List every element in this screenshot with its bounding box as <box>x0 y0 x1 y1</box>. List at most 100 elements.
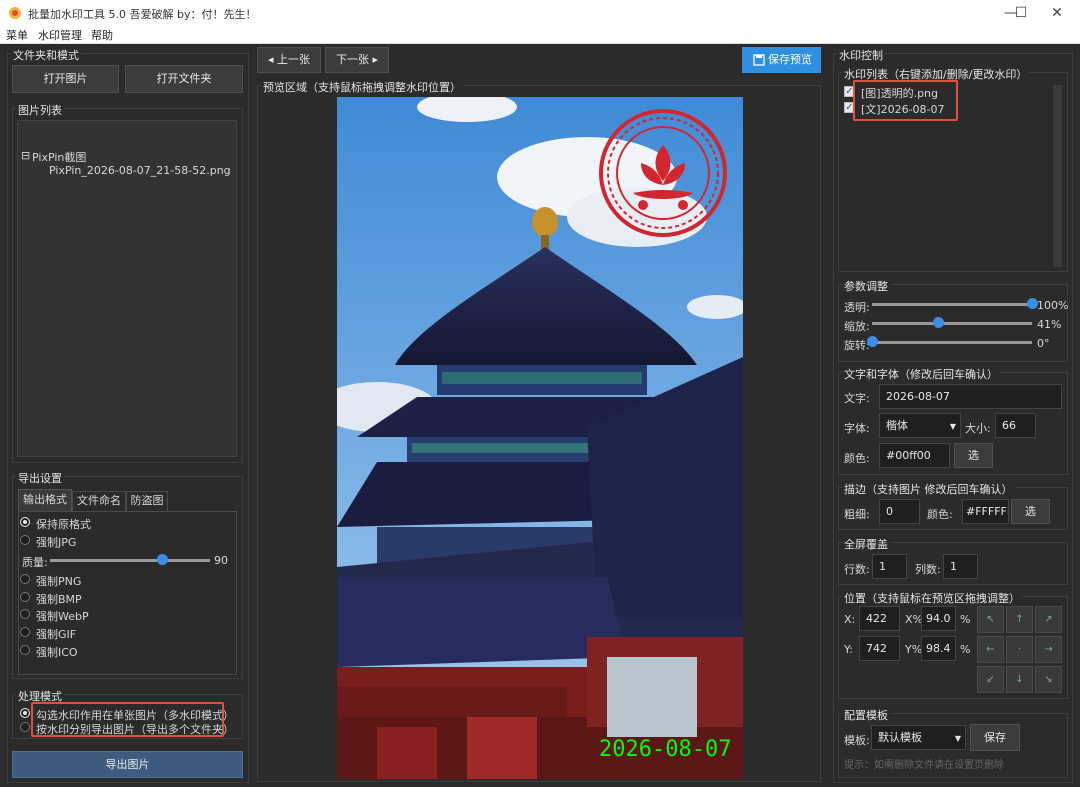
prev-button[interactable]: ◂ 上一张 <box>257 47 321 73</box>
option-gif: 强制GIF <box>36 628 77 641</box>
tab-output-format[interactable]: 输出格式 <box>18 489 72 511</box>
template-save-button[interactable]: 保存 <box>970 724 1020 751</box>
x-label: X: <box>844 613 856 626</box>
template-select-value: 默认模板 <box>878 731 922 744</box>
anchor-middle-left[interactable]: ← <box>977 636 1004 663</box>
menu-item-menu[interactable]: 菜单 <box>6 27 28 43</box>
temple-photo <box>337 97 743 779</box>
radio-ico[interactable] <box>20 645 30 655</box>
tree-file[interactable]: PixPin_2026-08-07_21-58-52.png <box>49 164 231 177</box>
rows-input[interactable]: 1 <box>872 554 907 579</box>
option-webp: 强制WebP <box>36 610 89 623</box>
anchor-bottom-center[interactable]: ↓ <box>1006 666 1033 693</box>
size-input[interactable]: 66 <box>995 413 1036 438</box>
cols-label: 列数: <box>915 563 941 576</box>
tile-title: 全屏覆盖 <box>842 536 890 552</box>
image-list-title: 图片列表 <box>16 102 64 118</box>
watermark-control-title: 水印控制 <box>837 47 885 63</box>
chevron-down-icon: ▼ <box>954 734 961 743</box>
text-label: 文字: <box>844 392 870 405</box>
anchor-middle-right[interactable]: → <box>1035 636 1062 663</box>
quality-slider[interactable] <box>50 559 210 562</box>
quality-value: 90 <box>214 554 228 567</box>
stroke-color-input[interactable]: #FFFFFF <box>962 499 1009 524</box>
radio-gif[interactable] <box>20 627 30 637</box>
list-scrollbar[interactable] <box>1053 85 1062 267</box>
scale-slider-handle[interactable] <box>932 317 944 328</box>
rotate-slider-handle[interactable] <box>867 336 878 347</box>
radio-bmp[interactable] <box>20 592 30 602</box>
text-watermark[interactable]: 2026-08-07 <box>599 737 731 762</box>
next-button[interactable]: 下一张 ▸ <box>325 47 389 73</box>
radio-keep-format[interactable] <box>20 517 30 527</box>
rotate-slider[interactable] <box>872 341 1032 344</box>
tab-anti-theft[interactable]: 防盗图 <box>126 491 168 511</box>
save-preview-button[interactable]: 保存预览 <box>742 47 821 73</box>
y-label: Y: <box>844 643 853 656</box>
anchor-bottom-right[interactable]: ↘ <box>1035 666 1062 693</box>
option-ico: 强制ICO <box>36 646 78 659</box>
close-button[interactable]: ✕ <box>1034 0 1080 26</box>
anchor-top-center[interactable]: ↑ <box>1006 606 1033 633</box>
tree-folder[interactable]: PixPin截图 <box>32 149 86 165</box>
radio-mode-multi[interactable] <box>20 722 30 732</box>
x-percent-sign: % <box>960 613 971 626</box>
image-tree[interactable]: ⊟ PixPin截图 PixPin_2026-08-07_21-58-52.pn… <box>17 120 237 457</box>
open-folder-button[interactable]: 打开文件夹 <box>125 65 243 93</box>
anchor-center[interactable]: · <box>1006 636 1033 663</box>
color-label: 颜色: <box>844 452 870 465</box>
menu-item-watermark[interactable]: 水印管理 <box>38 27 82 43</box>
anchor-top-right[interactable]: ↗ <box>1035 606 1062 633</box>
cols-input[interactable]: 1 <box>943 554 978 579</box>
color-pick-button[interactable]: 选 <box>954 443 993 468</box>
y-input[interactable]: 742 <box>859 636 900 661</box>
tree-collapse-icon[interactable]: ⊟ <box>21 149 30 162</box>
option-png: 强制PNG <box>36 575 82 588</box>
anchor-bottom-left[interactable]: ↙ <box>977 666 1004 693</box>
open-image-button[interactable]: 打开图片 <box>12 65 119 93</box>
x-input[interactable]: 422 <box>859 606 900 631</box>
anchor-top-left[interactable]: ↖ <box>977 606 1004 633</box>
thickness-input[interactable]: 0 <box>879 499 920 524</box>
radio-jpg[interactable] <box>20 535 30 545</box>
y-percent-sign: % <box>960 643 971 656</box>
radio-webp[interactable] <box>20 609 30 619</box>
x-percent-input[interactable]: 94.0 <box>921 606 956 631</box>
text-font-title: 文字和字体（修改后回车确认） <box>842 366 1000 382</box>
preview-image[interactable]: 2026-08-07 <box>337 97 743 779</box>
stroke-color-label: 颜色: <box>927 508 953 521</box>
template-select[interactable]: 默认模板 ▼ <box>871 725 966 750</box>
stroke-color-pick-button[interactable]: 选 <box>1011 499 1050 524</box>
size-label: 大小: <box>965 422 991 435</box>
tab-file-naming[interactable]: 文件命名 <box>72 491 126 511</box>
export-settings-title: 导出设置 <box>16 470 64 486</box>
highlight-box <box>31 702 224 737</box>
title-bar: 批量加水印工具 5.0 吾爱破解 by：付！先生！ — ☐ ✕ <box>0 0 1080 26</box>
highlight-box-list <box>853 80 958 121</box>
menu-bar: 菜单 水印管理 帮助 <box>0 26 1080 44</box>
font-label: 字体: <box>844 422 870 435</box>
opacity-slider[interactable] <box>872 303 1032 306</box>
scale-slider[interactable] <box>872 322 1032 325</box>
thickness-label: 粗细: <box>844 508 870 521</box>
text-input[interactable]: 2026-08-07 <box>879 384 1062 409</box>
font-select[interactable]: 楷体 ▼ <box>879 413 961 438</box>
rotate-value: 0° <box>1037 337 1050 350</box>
quality-label: 质量: <box>22 556 48 569</box>
app-icon <box>9 7 21 19</box>
radio-mode-single[interactable] <box>20 708 30 718</box>
rotate-label: 旋转: <box>844 339 870 352</box>
template-title: 配置模板 <box>842 707 890 723</box>
export-button[interactable]: 导出图片 <box>12 751 243 778</box>
y-percent-label: Y% <box>905 643 923 656</box>
opacity-value: 100% <box>1037 299 1069 312</box>
template-label: 模板: <box>844 734 870 747</box>
option-keep-format: 保持原格式 <box>36 518 91 531</box>
y-percent-input[interactable]: 98.4 <box>921 636 956 661</box>
menu-item-help[interactable]: 帮助 <box>91 27 113 43</box>
chevron-down-icon: ▼ <box>949 422 956 431</box>
radio-png[interactable] <box>20 574 30 584</box>
color-input[interactable]: #00ff00 <box>879 443 950 468</box>
template-hint: 提示：如需删除文件请在设置页删除 <box>844 760 1004 771</box>
scale-label: 缩放: <box>844 320 870 333</box>
